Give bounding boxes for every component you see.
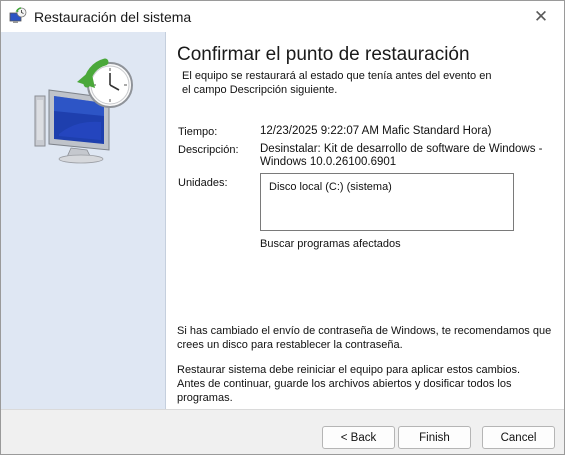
back-button[interactable]: < Back [322, 426, 395, 449]
close-button[interactable]: ✕ [518, 1, 564, 32]
restore-computer-clock-icon [34, 58, 133, 164]
page-title: Confirmar el punto de restauración [177, 44, 470, 65]
description-line-1: Desinstalar: Kit de desarrollo de softwa… [260, 143, 543, 155]
close-icon: ✕ [533, 6, 549, 26]
cancel-button[interactable]: Cancel [482, 426, 555, 449]
confirmation-content: Confirmar el punto de restauración El eq… [177, 32, 557, 408]
restart-note-line-1: Restaurar sistema debe reiniciar el equi… [177, 364, 521, 376]
title-bar: Restauración del sistema ✕ [1, 1, 564, 32]
system-restore-window: Restauración del sistema ✕ Confirmar el … [0, 0, 565, 455]
system-restore-icon [9, 7, 27, 23]
password-note-line-1: Si has cambiado el envío de contraseña d… [177, 325, 552, 337]
window-title: Restauración del sistema [34, 9, 192, 25]
description-line-2: Windows 10.0.26100.6901 [260, 156, 397, 168]
list-item[interactable]: Disco local (C:) (sistema) [269, 181, 392, 193]
intro-line-2: el campo Descripción siguiente. [182, 84, 338, 96]
restart-note: Restaurar sistema debe reiniciar el equi… [177, 363, 555, 405]
description-label: Descripción: [178, 144, 239, 156]
password-note: Si has cambiado el envío de contraseña d… [177, 324, 555, 352]
scan-affected-programs-link[interactable]: Buscar programas afectados [260, 238, 401, 250]
intro-line-1: El equipo se restaurará al estado que te… [182, 70, 492, 82]
finish-button[interactable]: Finish [398, 426, 471, 449]
button-bar: < Back Finish Cancel [1, 409, 564, 454]
time-label: Tiempo: [178, 126, 218, 138]
time-value: 12/23/2025 9:22:07 AM Mafic Standard Hor… [260, 125, 492, 137]
restart-note-line-2: Antes de continuar, guarde los archivos … [177, 378, 512, 404]
drives-label: Unidades: [178, 177, 228, 189]
password-note-line-2: crees un disco para restablecer la contr… [177, 339, 403, 351]
description-value: Desinstalar: Kit de desarrollo de softwa… [260, 143, 543, 169]
intro-text: El equipo se restaurará al estado que te… [182, 69, 502, 97]
left-panel [1, 32, 166, 409]
drives-list[interactable]: Disco local (C:) (sistema) [260, 173, 514, 231]
